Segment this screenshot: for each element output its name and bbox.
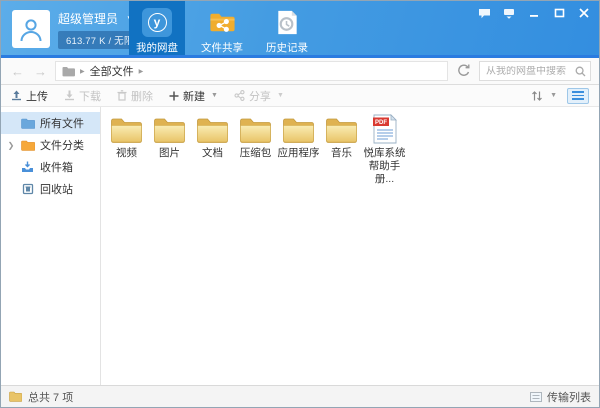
main-tabs: y 我的网盘 文件共享 xyxy=(129,1,315,55)
blue-folder-icon xyxy=(20,118,35,129)
sidebar-item-categories[interactable]: ❯ 文件分类 xyxy=(1,134,100,156)
close-icon[interactable] xyxy=(577,7,591,19)
file-label: 文档 xyxy=(202,147,223,160)
file-item-folder[interactable]: 应用程序 xyxy=(277,113,320,186)
file-label: 视频 xyxy=(116,147,137,160)
download-button[interactable]: 下载 xyxy=(64,88,101,104)
tab-label: 文件共享 xyxy=(201,40,243,55)
file-item-pdf[interactable]: PDF 悦库系统帮助手册... xyxy=(363,113,406,186)
share-icon xyxy=(234,90,245,101)
file-label: 图片 xyxy=(159,147,180,160)
tab-history[interactable]: 历史记录 xyxy=(259,1,315,55)
navigation-bar: ← → ▶ 全部文件 ▶ xyxy=(1,58,599,85)
folder-icon xyxy=(325,113,358,144)
back-icon[interactable]: ← xyxy=(9,65,26,78)
status-bar: 总共 7 项 传输列表 xyxy=(1,385,599,407)
history-icon xyxy=(272,8,302,37)
file-item-folder[interactable]: 图片 xyxy=(148,113,191,186)
share-button[interactable]: 分享 ▼ xyxy=(234,88,284,104)
transfer-list-icon xyxy=(530,392,542,402)
sidebar-item-label: 回收站 xyxy=(40,181,73,197)
file-item-folder[interactable]: 视频 xyxy=(105,113,148,186)
pdf-icon: PDF xyxy=(372,113,398,144)
folder-icon xyxy=(239,113,272,144)
app-window: 超级管理员 ▼ 613.77 K / 无限制 y 我的网盘 xyxy=(0,0,600,408)
download-icon xyxy=(64,90,75,101)
file-item-folder[interactable]: 压缩包 xyxy=(234,113,277,186)
folder-icon xyxy=(62,66,75,77)
file-label: 音乐 xyxy=(331,147,352,160)
svg-text:PDF: PDF xyxy=(375,120,387,126)
header: 超级管理员 ▼ 613.77 K / 无限制 y 我的网盘 xyxy=(1,1,599,58)
transfer-list-label: 传输列表 xyxy=(547,389,591,405)
orange-folder-icon xyxy=(20,140,35,151)
file-label: 压缩包 xyxy=(240,147,272,160)
new-button[interactable]: 新建 ▼ xyxy=(169,88,218,104)
expander-icon[interactable]: ❯ xyxy=(7,141,15,150)
chevron-down-icon: ▼ xyxy=(277,92,284,99)
folder-icon xyxy=(9,391,22,402)
header-accent-strip xyxy=(1,55,599,58)
sort-icon xyxy=(531,90,544,102)
trash-icon xyxy=(117,90,127,101)
share-folder-icon xyxy=(207,8,237,37)
refresh-icon[interactable] xyxy=(454,63,473,79)
upload-icon xyxy=(11,90,22,101)
sidebar-item-recycle-bin[interactable]: 回收站 xyxy=(1,178,100,200)
tab-file-share[interactable]: 文件共享 xyxy=(194,1,250,55)
tab-label: 历史记录 xyxy=(266,40,308,55)
sidebar-item-label: 所有文件 xyxy=(40,115,84,131)
upload-button[interactable]: 上传 xyxy=(11,88,48,104)
toolbar: 上传 下载 删除 新建 ▼ xyxy=(1,85,599,107)
feedback-icon[interactable] xyxy=(477,7,491,19)
search-box xyxy=(479,61,591,81)
forward-icon[interactable]: → xyxy=(32,65,49,78)
sidebar-item-label: 文件分类 xyxy=(40,137,84,153)
app-logo-icon: y xyxy=(142,8,172,37)
minimize-icon[interactable] xyxy=(527,7,541,19)
inbox-icon xyxy=(20,161,35,173)
transfer-list-button[interactable]: 传输列表 xyxy=(530,389,591,405)
breadcrumb-root[interactable]: 全部文件 xyxy=(90,63,134,79)
sidebar-item-all-files[interactable]: 所有文件 xyxy=(1,112,100,134)
search-icon[interactable] xyxy=(575,66,586,77)
tab-my-disk[interactable]: y 我的网盘 xyxy=(129,1,185,55)
file-label: 悦库系统帮助手册... xyxy=(363,147,406,186)
total-items-text: 总共 7 项 xyxy=(28,389,73,405)
breadcrumb-separator: ▶ xyxy=(139,68,144,75)
list-view-icon[interactable] xyxy=(567,88,589,104)
user-name: 超级管理员 xyxy=(58,10,118,27)
sidebar-item-inbox[interactable]: 收件箱 xyxy=(1,156,100,178)
file-item-folder[interactable]: 音乐 xyxy=(320,113,363,186)
delete-button[interactable]: 删除 xyxy=(117,88,153,104)
folder-icon xyxy=(282,113,315,144)
chevron-down-icon: ▼ xyxy=(550,92,557,99)
window-controls xyxy=(477,7,591,19)
tab-label: 我的网盘 xyxy=(136,40,178,55)
folder-icon xyxy=(110,113,143,144)
file-label: 应用程序 xyxy=(278,147,320,160)
breadcrumb-separator: ▶ xyxy=(80,68,85,75)
chevron-down-icon: ▼ xyxy=(211,92,218,99)
plus-icon xyxy=(169,91,179,101)
folder-icon xyxy=(153,113,186,144)
folder-icon xyxy=(196,113,229,144)
sidebar: 所有文件 ❯ 文件分类 收件箱 回收站 xyxy=(1,107,101,385)
menu-icon[interactable] xyxy=(502,7,516,19)
avatar[interactable] xyxy=(12,10,50,48)
main-area: 所有文件 ❯ 文件分类 收件箱 回收站 xyxy=(1,107,599,385)
sort-button[interactable]: ▼ xyxy=(531,90,557,102)
recycle-bin-icon xyxy=(20,183,35,195)
file-grid: 视频 图片 文档 压缩包应用程序音乐 PDF 悦库系统帮助手册... xyxy=(101,107,599,194)
sidebar-item-label: 收件箱 xyxy=(40,159,73,175)
maximize-icon[interactable] xyxy=(552,7,566,19)
file-item-folder[interactable]: 文档 xyxy=(191,113,234,186)
breadcrumb[interactable]: ▶ 全部文件 ▶ xyxy=(55,61,448,81)
search-input[interactable] xyxy=(486,66,575,77)
file-content[interactable]: 视频 图片 文档 压缩包应用程序音乐 PDF 悦库系统帮助手册... xyxy=(101,107,599,385)
avatar-icon xyxy=(18,16,44,42)
